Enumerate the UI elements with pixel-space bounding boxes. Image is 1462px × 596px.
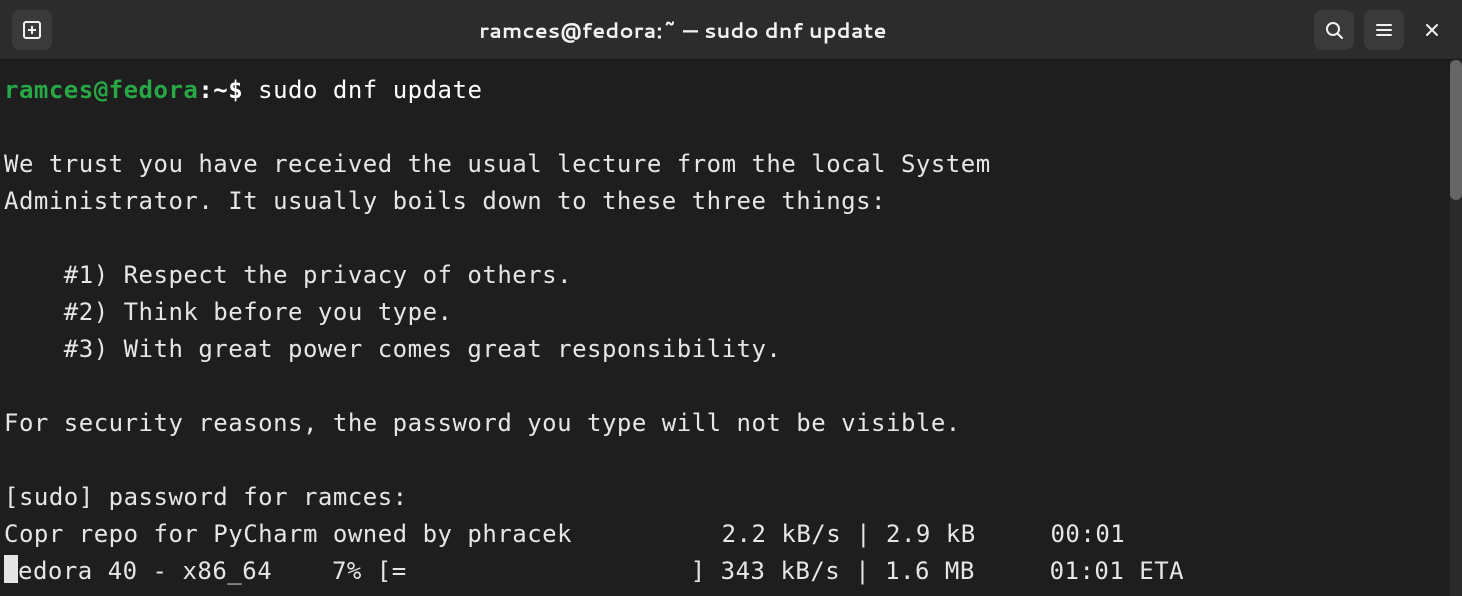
lecture-rule-1: #1) Respect the privacy of others. <box>4 257 1446 294</box>
close-button[interactable] <box>1414 10 1450 50</box>
progress-row-1: Copr repo for PyCharm owned by phracek 2… <box>4 516 1446 553</box>
titlebar: ramces@fedora:~ — sudo dnf update <box>0 0 1462 60</box>
terminal-wrap: ramces@fedora:~$ sudo dnf update We trus… <box>0 60 1462 596</box>
size-1: 2.9 kB <box>886 520 976 548</box>
size-2: 1.6 MB <box>885 557 975 585</box>
search-icon <box>1324 20 1344 40</box>
menu-button[interactable] <box>1364 10 1404 50</box>
terminal[interactable]: ramces@fedora:~$ sudo dnf update We trus… <box>0 60 1450 596</box>
new-tab-icon <box>22 20 42 40</box>
cursor <box>4 555 18 583</box>
password-prompt: [sudo] password for ramces: <box>4 479 1446 516</box>
bar-open: [ <box>377 557 392 585</box>
time-1: 00:01 <box>1050 520 1125 548</box>
lecture-line-1: We trust you have received the usual lec… <box>4 146 1446 183</box>
window-title: ramces@fedora:~ — sudo dnf update <box>52 15 1314 45</box>
scrollbar-thumb[interactable] <box>1450 60 1462 200</box>
lecture-line-2: Administrator. It usually boils down to … <box>4 183 1446 220</box>
progress-row-2: edora 40 - x86_64 7% [= ] 343 kB/s | 1.6… <box>4 553 1446 590</box>
search-button[interactable] <box>1314 10 1354 50</box>
repo-name-2: edora 40 - x86_64 <box>18 557 272 585</box>
prompt-path: ~ <box>213 76 228 104</box>
prompt-symbol: $ <box>228 76 243 104</box>
prompt-line: ramces@fedora:~$ sudo dnf update <box>4 72 1446 109</box>
bar-close: ] <box>691 557 706 585</box>
rate-1: 2.2 kB/s <box>722 520 842 548</box>
prompt-separator: : <box>198 76 213 104</box>
lecture-rule-3: #3) With great power comes great respons… <box>4 331 1446 368</box>
repo-name-1: Copr repo for PyCharm owned by phracek <box>4 520 572 548</box>
time-2: 01:01 ETA <box>1050 557 1185 585</box>
close-icon <box>1424 22 1440 38</box>
lecture-rule-2: #2) Think before you type. <box>4 294 1446 331</box>
bar-fill: = <box>392 557 407 585</box>
scrollbar[interactable] <box>1450 60 1462 596</box>
new-tab-button[interactable] <box>12 10 52 50</box>
command-text: sudo dnf update <box>258 76 482 104</box>
lecture-security: For security reasons, the password you t… <box>4 405 1446 442</box>
percent-2: 7% <box>332 557 362 585</box>
hamburger-icon <box>1374 20 1394 40</box>
rate-2: 343 kB/s <box>721 557 841 585</box>
prompt-user-host: ramces@fedora <box>4 76 198 104</box>
